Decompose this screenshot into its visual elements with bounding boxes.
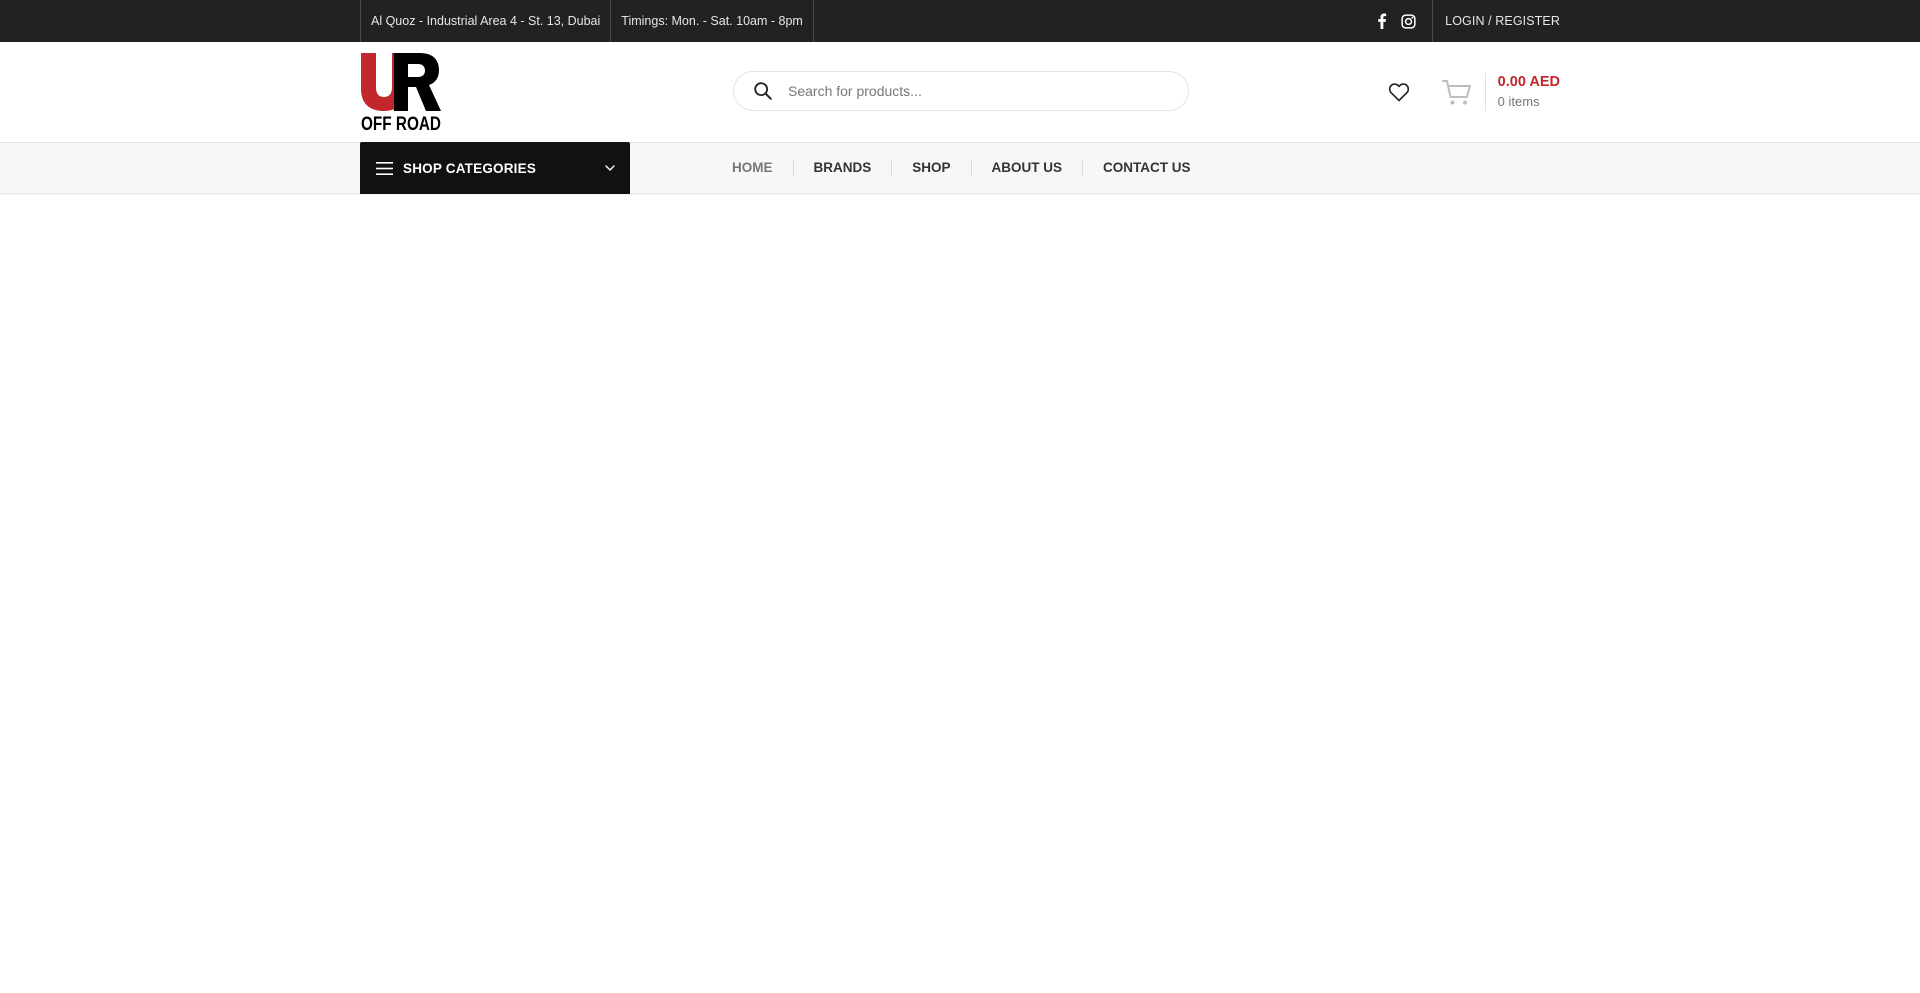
cart-item-count: 0 items — [1497, 94, 1540, 109]
cart-widget[interactable]: 0.00 AED 0 items — [1441, 72, 1560, 112]
shop-categories-button[interactable]: SHOP CATEGORIES — [360, 142, 630, 194]
chevron-down-icon — [604, 162, 616, 174]
top-bar: Al Quoz - Industrial Area 4 - St. 13, Du… — [0, 0, 1920, 42]
site-header: OFF ROAD 0.00 AED 0 items — [0, 42, 1920, 143]
nav-item-about-us[interactable]: ABOUT US — [970, 160, 1083, 176]
store-address: Al Quoz - Industrial Area 4 - St. 13, Du… — [360, 0, 610, 42]
topbar-info: Al Quoz - Industrial Area 4 - St. 13, Du… — [360, 0, 814, 42]
social-links — [1374, 13, 1432, 29]
shop-categories-label: SHOP CATEGORIES — [403, 160, 537, 176]
nav-menu: HOME BRANDS SHOP ABOUT US CONTACT US — [712, 143, 1211, 193]
cart-total: 0.00 AED — [1497, 74, 1560, 90]
cart-divider — [1484, 73, 1486, 111]
svg-text:OFF ROAD: OFF ROAD — [361, 114, 441, 131]
instagram-icon[interactable] — [1400, 13, 1416, 29]
shopping-cart-icon[interactable] — [1441, 76, 1473, 108]
heart-icon[interactable] — [1387, 80, 1411, 104]
site-logo[interactable]: OFF ROAD — [360, 53, 442, 135]
login-register-link[interactable]: LOGIN / REGISTER — [1432, 0, 1560, 42]
facebook-icon[interactable] — [1374, 13, 1390, 29]
store-timings: Timings: Mon. - Sat. 10am - 8pm — [610, 0, 814, 42]
search-input[interactable] — [786, 82, 1188, 100]
hamburger-icon — [376, 161, 393, 175]
search-icon[interactable] — [752, 80, 774, 102]
nav-item-contact-us[interactable]: CONTACT US — [1082, 160, 1211, 176]
nav-item-home[interactable]: HOME — [712, 160, 793, 176]
nav-item-shop[interactable]: SHOP — [891, 160, 970, 176]
main-navigation: SHOP CATEGORIES HOME BRANDS SHOP ABOUT U… — [0, 142, 1920, 194]
search-bar — [733, 71, 1189, 111]
nav-item-brands[interactable]: BRANDS — [792, 160, 892, 176]
